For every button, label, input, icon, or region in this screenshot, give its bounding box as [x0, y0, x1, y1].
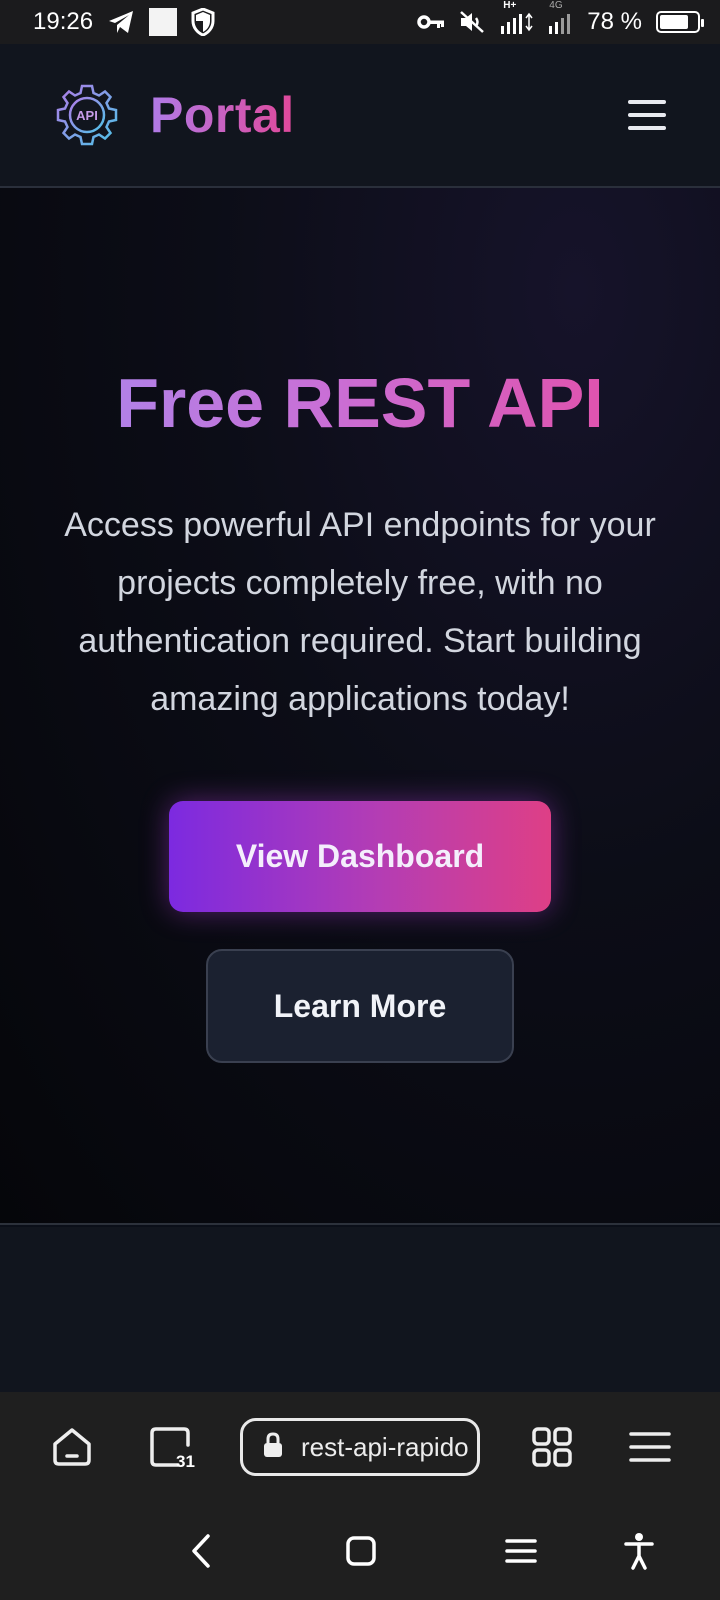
- home-square-icon[interactable]: [336, 1502, 386, 1600]
- hamburger-line: [628, 113, 666, 117]
- recents-icon[interactable]: [496, 1502, 546, 1600]
- battery-icon: [656, 11, 704, 33]
- lock-icon: [263, 1431, 283, 1463]
- grid-icon[interactable]: [522, 1392, 582, 1502]
- menu-icon[interactable]: [622, 1392, 678, 1502]
- home-icon[interactable]: [44, 1392, 100, 1502]
- status-bar-right: H+ 4G 78 %: [417, 0, 704, 36]
- hero-title: Free REST API: [0, 363, 720, 443]
- status-time: 19:26: [33, 8, 94, 35]
- signal-icon: H+: [499, 0, 533, 36]
- vpn-key-icon: [417, 14, 445, 30]
- page-section-below-hero: [0, 1227, 720, 1392]
- hamburger-menu-icon[interactable]: [628, 100, 666, 130]
- network-type-label-secondary: 4G: [549, 0, 563, 11]
- hamburger-line: [628, 100, 666, 104]
- battery-percent: 78 %: [587, 8, 642, 35]
- hamburger-line: [628, 126, 666, 130]
- app-header: API Portal: [0, 44, 720, 188]
- status-bar-left: 19:26: [33, 8, 215, 36]
- logo-text: API: [76, 108, 98, 123]
- view-dashboard-button[interactable]: View Dashboard: [169, 801, 551, 912]
- brand-title[interactable]: Portal: [150, 86, 295, 144]
- tab-count: 31: [176, 1452, 195, 1471]
- hero-description: Access powerful API endpoints for your p…: [64, 506, 656, 718]
- tabs-icon[interactable]: [140, 1392, 200, 1502]
- accessibility-icon[interactable]: [614, 1502, 664, 1600]
- system-nav-bar: [0, 1502, 720, 1600]
- api-gear-logo-icon[interactable]: API: [54, 82, 120, 148]
- battery-fill: [660, 15, 689, 29]
- browser-toolbar: 31 rest-api-rapido: [0, 1392, 720, 1502]
- mute-icon: [459, 10, 485, 34]
- network-type-label: H+: [503, 0, 517, 11]
- url-bar[interactable]: rest-api-rapido: [240, 1418, 480, 1476]
- url-text: rest-api-rapido: [301, 1431, 469, 1462]
- signal-icon-secondary: 4G: [547, 0, 573, 36]
- telegram-icon: [107, 9, 135, 35]
- learn-more-button[interactable]: Learn More: [206, 949, 514, 1063]
- back-icon[interactable]: [176, 1502, 226, 1600]
- shield-icon: [191, 8, 215, 36]
- notification-square-icon: [149, 8, 178, 36]
- status-bar: 19:26 H+ 4G 78 %: [0, 0, 720, 44]
- hero-section: Free REST API Access powerful API endpoi…: [0, 188, 720, 1225]
